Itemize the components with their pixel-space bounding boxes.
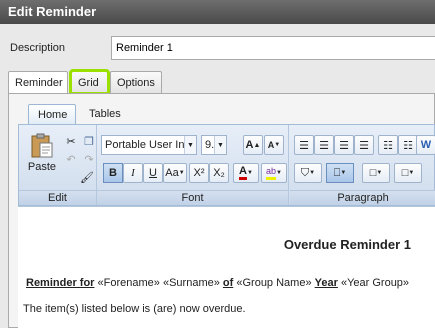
font-color-button[interactable]: A ▼ (233, 163, 259, 183)
group-name-field: «Group Name» (236, 277, 312, 289)
subscript-button[interactable]: X₂ (209, 163, 229, 183)
change-case-label: Aa (165, 167, 179, 179)
border-bottom-icon: ⎕ (333, 166, 341, 179)
format-painter-button[interactable]: 🖌 (77, 167, 97, 187)
year-label: Year (314, 277, 338, 289)
tab-reminder[interactable]: Reminder (8, 71, 68, 94)
grow-font-icon: A (245, 139, 254, 151)
of-label: of (222, 277, 234, 289)
shrink-font-button[interactable]: A ▼ (264, 135, 284, 155)
bold-button[interactable]: B (103, 163, 123, 183)
paint-bucket-icon: ⛉ (300, 166, 310, 179)
paragraph-group-label: Paragraph (290, 190, 435, 205)
box-border-button[interactable]: □ ▼ (394, 163, 422, 183)
border-box-icon: □ (401, 167, 409, 179)
w-icon: W (420, 139, 432, 151)
align-center-button[interactable]: ☰ (314, 135, 334, 155)
paragraph-group: ☰ ☰ ☰ ☰ ☷ ☷ W ⛉ ▼ ⎕ ▼ □ ▼ □ ▼ Paragraph (290, 125, 435, 205)
year-group-field: «Year Group» (340, 277, 410, 289)
edit-group-label: Edit (19, 190, 96, 205)
tab-grid[interactable]: Grid (69, 69, 110, 95)
borders-button[interactable]: ⎕ ▼ (326, 163, 354, 183)
forename-field: «Forename» (97, 277, 160, 289)
align-right-button[interactable]: ☰ (334, 135, 354, 155)
paste-label: Paste (27, 161, 57, 173)
font-group-label: Font (97, 190, 288, 205)
highlight-color-button[interactable]: ab ▼ (261, 163, 287, 183)
numbering-button[interactable]: ☷ (398, 135, 418, 155)
tab-options[interactable]: Options (110, 71, 162, 93)
font-size-select[interactable]: 9.6 ▼ (201, 135, 227, 155)
clipboard-icon (31, 133, 53, 158)
italic-button[interactable]: I (123, 163, 143, 183)
document-heading: Overdue Reminder 1 (283, 237, 411, 252)
reminder-for-label: Reminder for (26, 277, 95, 289)
copy-button[interactable]: ❐ (79, 131, 99, 151)
font-name-select[interactable]: Portable User Interface ▼ (101, 135, 197, 155)
scissors-icon: ✂ (66, 135, 76, 148)
grow-font-button[interactable]: A ▲ (243, 135, 263, 155)
word-wrap-button[interactable]: W (416, 135, 435, 155)
justify-icon: ☰ (359, 139, 369, 152)
chevron-down-icon: ▼ (214, 136, 226, 154)
align-left-icon: ☰ (299, 139, 309, 152)
font-group: Portable User Interface ▼ 9.6 ▼ A▲ A▼ B … (97, 125, 289, 205)
merge-fields-line: Reminder for «Forename» «Surname» of «Gr… (26, 277, 409, 289)
superscript-button[interactable]: X² (189, 163, 209, 183)
bullet-list-icon: ☷ (383, 139, 393, 152)
align-left-button[interactable]: ☰ (294, 135, 314, 155)
ribbon-tab-tables[interactable]: Tables (80, 104, 130, 124)
undo-button[interactable]: ↶ (61, 149, 81, 169)
redo-button[interactable]: ↷ (79, 149, 99, 169)
bullets-button[interactable]: ☷ (378, 135, 398, 155)
description-label: Description (10, 42, 66, 54)
surname-field: «Surname» (162, 277, 220, 289)
numbered-list-icon: ☷ (403, 139, 413, 152)
edit-group: Paste ✂ ❐ ↶ ↷ 🖌 Edit (19, 125, 97, 205)
square-icon: □ (369, 167, 377, 179)
font-color-icon: A (239, 166, 247, 180)
description-input[interactable] (111, 36, 435, 60)
redo-icon: ↷ (84, 153, 94, 166)
paintbrush-icon: 🖌 (80, 171, 94, 184)
underline-button[interactable]: U (143, 163, 163, 183)
window-title: Edit Reminder (0, 0, 435, 24)
ribbon-tab-home[interactable]: Home (28, 104, 76, 124)
document-editor[interactable]: Overdue Reminder 1 Reminder for «Forenam… (18, 206, 435, 328)
table-border-button[interactable]: □ ▼ (362, 163, 390, 183)
ribbon: Paste ✂ ❐ ↶ ↷ 🖌 Edit Portable User Inter… (18, 124, 435, 206)
chevron-down-icon: ▼ (184, 136, 196, 154)
document-body-text: The item(s) listed below is (are) now ov… (23, 303, 246, 315)
align-right-icon: ☰ (339, 139, 349, 152)
change-case-button[interactable]: Aa ▼ (163, 163, 187, 183)
cut-button[interactable]: ✂ (61, 131, 81, 151)
undo-icon: ↶ (66, 153, 76, 166)
justify-button[interactable]: ☰ (354, 135, 374, 155)
copy-icon: ❐ (84, 135, 94, 148)
align-center-icon: ☰ (319, 139, 329, 152)
highlighter-icon: ab (266, 166, 277, 180)
paste-button[interactable]: Paste (25, 131, 59, 175)
shading-button[interactable]: ⛉ ▼ (294, 163, 322, 183)
